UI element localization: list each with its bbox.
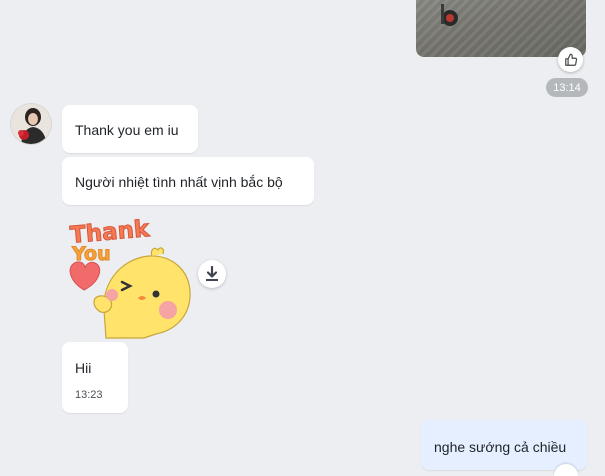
heart-icon xyxy=(69,261,101,291)
message-text: Hii xyxy=(75,360,92,376)
received-message-bubble[interactable]: Người nhiệt tình nhất vịnh bắc bộ xyxy=(62,157,314,205)
photo-hand-truck xyxy=(441,4,458,26)
message-text: Người nhiệt tình nhất vịnh bắc bộ xyxy=(75,174,283,190)
avatar-image xyxy=(11,104,51,144)
like-button[interactable] xyxy=(558,47,583,72)
thank-you-sticker[interactable]: Thank You xyxy=(64,210,194,340)
download-sticker-button[interactable] xyxy=(198,260,226,288)
chick-cheek xyxy=(159,301,177,319)
message-time: 13:23 xyxy=(75,389,103,401)
contact-avatar[interactable] xyxy=(11,104,51,144)
thumbs-up-icon xyxy=(564,53,577,66)
download-icon xyxy=(206,266,218,281)
sent-photo[interactable] xyxy=(416,0,586,57)
received-message-bubble[interactable]: Thank you em iu xyxy=(62,105,198,153)
message-text: Thank you em iu xyxy=(75,122,179,138)
sent-message-bubble[interactable]: nghe sướng cả chiều xyxy=(421,420,587,470)
received-message-bubble[interactable]: Hii 13:23 xyxy=(62,342,128,413)
chick-eye xyxy=(152,290,160,298)
message-time: 13:14 xyxy=(553,81,581,94)
message-time-badge: 13:14 xyxy=(546,78,588,97)
chick-tuft xyxy=(150,247,165,257)
message-text: nghe sướng cả chiều xyxy=(434,439,567,455)
chick-cheek xyxy=(106,289,118,301)
